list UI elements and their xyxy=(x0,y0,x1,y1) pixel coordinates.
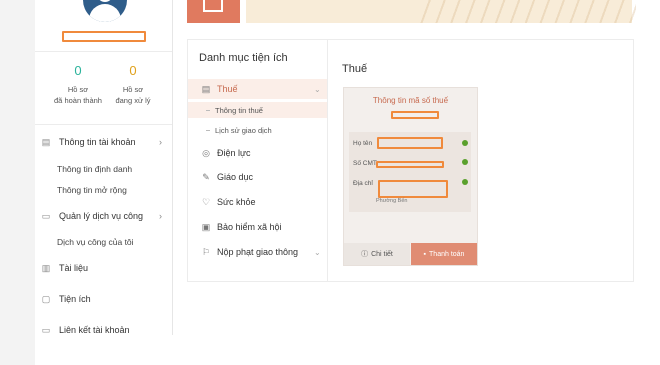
detail-button[interactable]: ⓘ Chi tiết xyxy=(344,243,410,265)
id-card-icon: ▤ xyxy=(41,137,51,147)
folder-icon xyxy=(203,0,223,12)
user-name-redacted xyxy=(62,31,146,42)
detail-button-label: Chi tiết xyxy=(371,250,393,258)
folder-icon: ▭ xyxy=(41,211,51,221)
category-list: Danh mục tiện ích ▤ Thuế ⌄ Thông tin thu… xyxy=(188,40,328,281)
utility-icon: ▢ xyxy=(41,294,51,304)
category-sub-label: Thông tin thuế xyxy=(215,105,263,115)
sidebar-subitem-extended[interactable]: Thông tin mở rộng xyxy=(57,185,127,195)
tax-info-preview: Thông tin mã số thuế Họ tên Số CMT Địa c… xyxy=(343,87,478,266)
sidebar-item-label: Tài liệu xyxy=(59,263,89,273)
processing-label-1: Hồ sơ xyxy=(122,85,144,94)
insurance-icon: ▣ xyxy=(201,221,211,232)
panel-title: Thông tin mã số thuế xyxy=(372,96,449,105)
name-value-redacted xyxy=(377,137,443,149)
utilities-card: Danh mục tiện ích ▤ Thuế ⌄ Thông tin thu… xyxy=(187,39,634,282)
sidebar-item-linked[interactable]: ▭ Liên kết tài khoản xyxy=(35,325,172,335)
sidebar-item-label: Tiện ích xyxy=(59,294,91,304)
sidebar-item-label: Quản lý dịch vụ công xyxy=(59,211,144,221)
category-label: Điện lực xyxy=(217,148,251,158)
header-banner xyxy=(246,0,636,23)
header-action-button[interactable] xyxy=(187,0,240,23)
tax-info-form: Họ tên Số CMT Địa chỉ Phường Bến xyxy=(349,132,471,212)
sidebar-subitem-my-services[interactable]: Dịch vụ công của tôi xyxy=(57,237,134,247)
sidebar-item-label: Liên kết tài khoản xyxy=(59,325,130,335)
verified-check-icon xyxy=(462,159,468,165)
category-item-power[interactable]: ◎ Điện lực xyxy=(188,143,327,163)
category-item-tax[interactable]: ▤ Thuế ⌄ xyxy=(188,79,327,99)
detail-title: Thuế xyxy=(342,63,368,75)
document-icon: ▥ xyxy=(41,263,51,273)
category-label: Sức khỏe xyxy=(217,197,256,207)
education-icon: ✎ xyxy=(202,171,210,182)
address-value-redacted xyxy=(378,180,448,198)
chevron-right-icon: › xyxy=(159,211,162,221)
name-field-label: Họ tên xyxy=(353,140,373,147)
info-icon: ⓘ xyxy=(361,251,369,258)
pay-button[interactable]: ▪ Thanh toán xyxy=(411,243,477,265)
category-label: Thuế xyxy=(217,84,238,94)
completed-count: 0 xyxy=(74,63,82,78)
address-extra: Phường Bến xyxy=(376,198,408,204)
category-label: Bảo hiểm xã hội xyxy=(217,222,282,232)
verified-check-icon xyxy=(462,140,468,146)
traffic-icon: ⚐ xyxy=(201,246,211,257)
sidebar-item-label: Thông tin tài khoản xyxy=(59,137,136,147)
power-icon: ◎ xyxy=(202,147,210,158)
sidebar-item-services[interactable]: ▭ Quản lý dịch vụ công › xyxy=(35,211,172,221)
sidebar-item-documents[interactable]: ▥ Tài liệu xyxy=(35,263,172,273)
id-field-label: Số CMT xyxy=(353,160,377,167)
completed-files-stat[interactable]: 0 Hồ sơ đã hoàn thành xyxy=(48,64,108,106)
chevron-down-icon: ⌄ xyxy=(314,84,321,94)
category-item-education[interactable]: ✎ Giáo dục xyxy=(188,167,327,187)
tax-code-redacted xyxy=(391,111,439,119)
category-item-insurance[interactable]: ▣ Bảo hiểm xã hội xyxy=(188,217,327,237)
chevron-right-icon: › xyxy=(159,137,162,147)
completed-label-1: Hồ sơ xyxy=(67,85,89,94)
sidebar: 0 Hồ sơ đã hoàn thành 0 Hồ sơ đang xử lý… xyxy=(35,0,173,335)
completed-label-2: đã hoàn thành xyxy=(54,96,102,105)
left-gutter xyxy=(0,0,35,365)
category-label: Nộp phạt giao thông xyxy=(217,247,299,257)
verified-check-icon xyxy=(462,179,468,185)
address-field-label: Địa chỉ xyxy=(353,180,373,187)
processing-files-stat[interactable]: 0 Hồ sơ đang xử lý xyxy=(103,64,163,106)
id-value-redacted xyxy=(376,161,444,168)
category-item-health[interactable]: ♡ Sức khỏe xyxy=(188,192,327,212)
tax-icon: ▤ xyxy=(201,83,211,94)
payment-icon: ▪ xyxy=(423,250,427,258)
sidebar-subitem-identity[interactable]: Thông tin định danh xyxy=(57,164,132,174)
health-icon: ♡ xyxy=(201,196,211,207)
category-label: Giáo dục xyxy=(217,172,254,182)
sidebar-item-account[interactable]: ▤ Thông tin tài khoản › xyxy=(35,137,172,147)
category-sub-label: Lịch sử giao dịch xyxy=(215,125,272,135)
pay-button-label: Thanh toán xyxy=(429,250,465,258)
category-title: Danh mục tiện ích xyxy=(199,52,288,64)
link-icon: ▭ xyxy=(41,325,51,335)
category-sub-tax-info[interactable]: Thông tin thuế xyxy=(188,102,327,118)
avatar[interactable] xyxy=(83,0,127,22)
category-sub-history[interactable]: Lịch sử giao dịch xyxy=(188,122,327,138)
category-item-traffic[interactable]: ⚐ Nộp phạt giao thông ⌄ xyxy=(188,242,327,262)
sidebar-item-utilities[interactable]: ▢ Tiện ích xyxy=(35,294,172,304)
chevron-down-icon: ⌄ xyxy=(314,247,321,257)
processing-count: 0 xyxy=(129,63,137,78)
processing-label-2: đang xử lý xyxy=(115,96,151,105)
